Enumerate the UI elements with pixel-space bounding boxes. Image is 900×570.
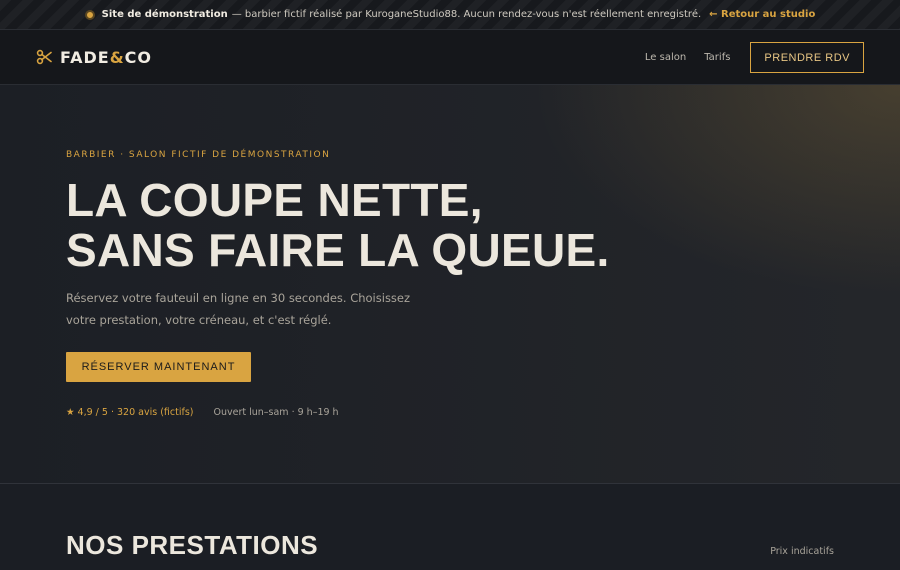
hero-headline-line-1: LA COUPE NETTE,	[66, 174, 483, 226]
demo-banner-text: — barbier fictif réalisé par KuroganeStu…	[231, 9, 702, 20]
opening-hours: Ouvert lun–sam · 9 h–19 h	[213, 407, 339, 418]
hero-headline: LA COUPE NETTE, SANS FAIRE LA QUEUE.	[66, 175, 610, 275]
demo-dot-icon	[84, 9, 95, 20]
book-appointment-button[interactable]: PRENDRE RDV	[750, 42, 864, 73]
hero-lede-line-2: votre prestation, votre créneau, et c'es…	[66, 313, 332, 327]
scissors-icon	[36, 49, 52, 65]
site-header: FADE&CO Le salon Tarifs PRENDRE RDV	[0, 30, 900, 85]
main-nav: Le salon Tarifs PRENDRE RDV	[645, 42, 864, 73]
hero-lede: Réservez votre fauteuil en ligne en 30 s…	[66, 287, 411, 331]
back-to-studio-link[interactable]: ← Retour au studio	[709, 9, 815, 20]
hero-lede-line-1: Réservez votre fauteuil en ligne en 30 s…	[66, 291, 411, 305]
rating-text: ★ 4,9 / 5 · 320 avis (fictifs)	[66, 407, 194, 418]
nav-link-tarifs[interactable]: Tarifs	[704, 52, 730, 63]
demo-banner: Site de démonstration — barbier fictif r…	[0, 0, 900, 30]
hero-headline-line-2: SANS FAIRE LA QUEUE.	[66, 224, 610, 276]
prices-note: Prix indicatifs	[770, 546, 834, 557]
book-now-button[interactable]: RÉSERVER MAINTENANT	[66, 352, 251, 382]
hero-eyebrow: BARBIER · SALON FICTIF DE DÉMONSTRATION	[66, 150, 331, 160]
logo-text: FADE&CO	[60, 47, 152, 67]
services-title: NOS PRESTATIONS	[66, 530, 319, 560]
nav-link-salon[interactable]: Le salon	[645, 52, 686, 63]
hero-meta: ★ 4,9 / 5 · 320 avis (fictifs) Ouvert lu…	[66, 407, 339, 418]
demo-banner-label: Site de démonstration	[101, 9, 228, 20]
hero-section: BARBIER · SALON FICTIF DE DÉMONSTRATION …	[0, 85, 900, 484]
logo[interactable]: FADE&CO	[36, 46, 152, 68]
